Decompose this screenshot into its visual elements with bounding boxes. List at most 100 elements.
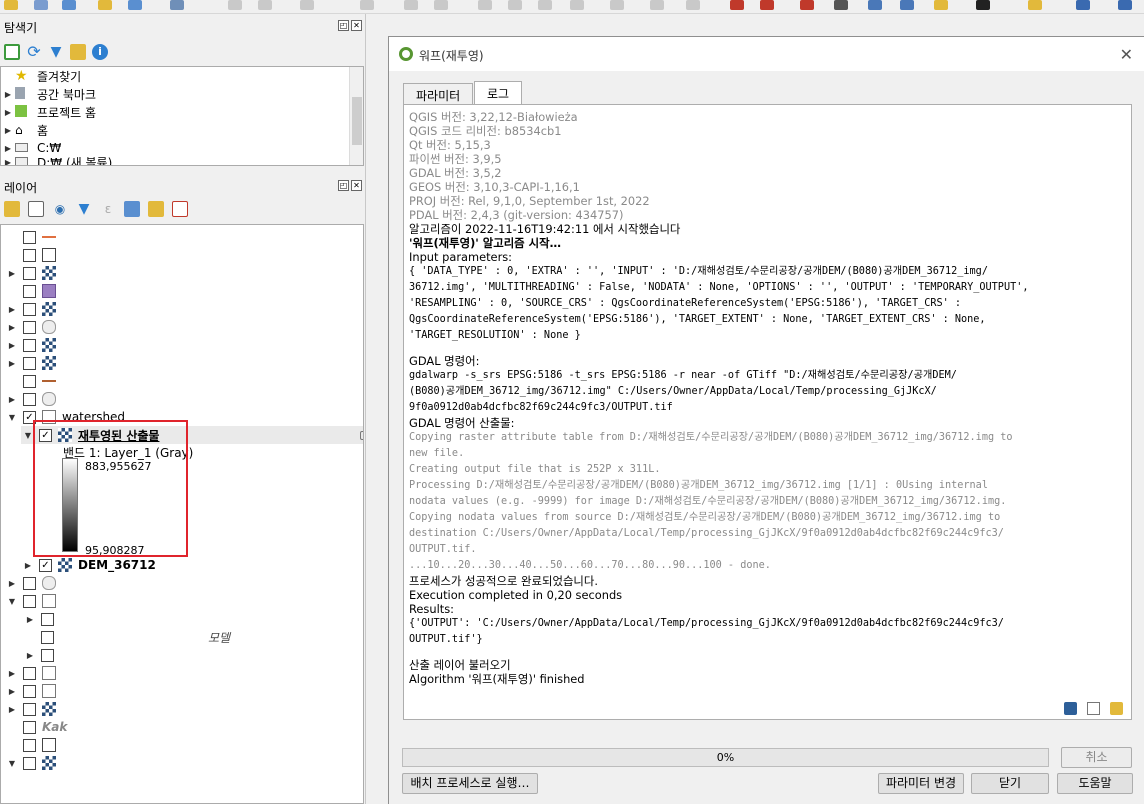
layer-row-model[interactable]: 모델 xyxy=(41,628,363,646)
expand-arrow-icon[interactable]: ▶ xyxy=(5,341,19,350)
expand-arrow-icon[interactable]: ▶ xyxy=(5,269,19,278)
close-icon[interactable]: ✕ xyxy=(1120,45,1133,64)
layer-checkbox[interactable] xyxy=(23,338,36,352)
layer-row[interactable]: ▶ xyxy=(5,390,363,408)
toolbar-icon-14[interactable] xyxy=(508,0,522,10)
layer-checkbox[interactable] xyxy=(23,266,36,280)
expand-arrow-icon[interactable]: ▶ xyxy=(5,395,19,404)
collapse-arrow-icon[interactable]: ▼ xyxy=(5,597,19,606)
add-group-icon[interactable] xyxy=(28,201,44,217)
layer-row[interactable]: ▶ xyxy=(5,264,363,282)
expand-arrow-icon[interactable]: ▶ xyxy=(23,651,37,660)
layer-row[interactable] xyxy=(23,736,363,754)
layer-checkbox[interactable] xyxy=(23,356,36,370)
expand-arrow-icon[interactable]: ▶ xyxy=(1,144,15,153)
toolbar-icon-15[interactable] xyxy=(538,0,552,10)
layer-row[interactable]: Kak xyxy=(23,718,363,736)
layer-row[interactable] xyxy=(23,282,363,300)
toolbar-icon-7[interactable] xyxy=(228,0,242,10)
expand-arrow-icon[interactable]: ▶ xyxy=(5,323,19,332)
expand-arrow-icon[interactable]: ▶ xyxy=(5,579,19,588)
layer-row[interactable]: ▶ xyxy=(5,300,363,318)
toolbar-icon-6[interactable] xyxy=(170,0,184,10)
add-selected-icon[interactable] xyxy=(4,44,20,60)
refresh-icon[interactable]: ⟳ xyxy=(26,44,42,60)
layer-row[interactable] xyxy=(23,228,363,246)
layer-checkbox[interactable]: ✓ xyxy=(39,558,52,572)
filter-legend-icon[interactable]: ▼ xyxy=(76,201,92,217)
toolbar-icon-22[interactable] xyxy=(800,0,814,10)
layer-row[interactable]: ▼ xyxy=(5,754,363,772)
float-panel-icon[interactable]: ◰ xyxy=(338,180,349,191)
browser-item-bookmarks[interactable]: ▶ 공간 북마크 xyxy=(1,85,363,103)
toolbar-icon-27[interactable] xyxy=(976,0,990,10)
toolbar-icon-19[interactable] xyxy=(686,0,700,10)
browser-item-drive-c[interactable]: ▶ C:₩ xyxy=(1,139,363,157)
change-parameters-button[interactable]: 파라미터 변경 xyxy=(878,773,964,794)
layer-checkbox[interactable] xyxy=(23,576,36,590)
toolbar-icon-28[interactable] xyxy=(1028,0,1042,10)
layer-checkbox[interactable] xyxy=(23,756,36,770)
layer-checkbox[interactable] xyxy=(23,702,36,716)
toolbar-icon-21[interactable] xyxy=(760,0,774,10)
layer-checkbox[interactable] xyxy=(23,302,36,316)
toolbar-icon-25[interactable] xyxy=(900,0,914,10)
toolbar-icon-1[interactable] xyxy=(4,0,18,10)
layer-row[interactable] xyxy=(23,246,363,264)
layer-checkbox[interactable] xyxy=(23,374,36,388)
layer-checkbox[interactable] xyxy=(23,320,36,334)
toolbar-icon-24[interactable] xyxy=(868,0,882,10)
toolbar-icon-20[interactable] xyxy=(730,0,744,10)
expand-arrow-icon[interactable]: ▶ xyxy=(5,687,19,696)
expand-arrow-icon[interactable]: ▶ xyxy=(5,669,19,678)
memory-layer-icon[interactable] xyxy=(360,430,363,440)
filter-icon[interactable]: ▼ xyxy=(48,44,64,60)
save-log-icon[interactable] xyxy=(1064,702,1077,715)
toolbar-icon-9[interactable] xyxy=(300,0,314,10)
browser-scrollbar[interactable] xyxy=(349,67,363,165)
toolbar-icon-26[interactable] xyxy=(934,0,948,10)
info-icon[interactable]: i xyxy=(92,44,108,60)
help-button[interactable]: 도움말 xyxy=(1057,773,1133,794)
layer-row[interactable]: ▶ xyxy=(5,700,363,718)
layer-row[interactable]: ▶ xyxy=(5,682,363,700)
expand-arrow-icon[interactable]: ▶ xyxy=(5,359,19,368)
cancel-button[interactable]: 취소 xyxy=(1061,747,1132,768)
layer-row[interactable] xyxy=(23,372,363,390)
layer-row[interactable]: ▶ xyxy=(5,354,363,372)
layer-checkbox[interactable] xyxy=(41,612,54,626)
layer-row[interactable]: ▶ xyxy=(23,646,363,664)
layer-checkbox[interactable] xyxy=(23,248,36,262)
close-button[interactable]: 닫기 xyxy=(971,773,1049,794)
toolbar-icon-18[interactable] xyxy=(650,0,664,10)
toolbar-icon-17[interactable] xyxy=(610,0,624,10)
toolbar-icon-8[interactable] xyxy=(258,0,272,10)
style-icon[interactable] xyxy=(4,201,20,217)
browser-item-project-home[interactable]: ▶ 프로젝트 홈 xyxy=(1,103,363,121)
toolbar-icon-2[interactable] xyxy=(34,0,48,10)
float-panel-icon[interactable]: ◰ xyxy=(338,20,349,31)
layer-checkbox[interactable] xyxy=(23,392,36,406)
layer-checkbox[interactable] xyxy=(23,738,36,752)
batch-process-button[interactable]: 배치 프로세스로 실행… xyxy=(402,773,538,794)
log-textarea[interactable]: QGIS 버전: 3,22,12-Białowieża QGIS 코드 리비전:… xyxy=(403,104,1132,720)
expand-all-icon[interactable] xyxy=(124,201,140,217)
clear-log-icon[interactable] xyxy=(1110,702,1123,715)
collapse-arrow-icon[interactable]: ▼ xyxy=(5,413,19,422)
toolbar-icon-29[interactable] xyxy=(1076,0,1090,10)
layer-row[interactable]: ▶ xyxy=(5,318,363,336)
filter-expression-icon[interactable]: ε xyxy=(100,201,116,217)
layer-checkbox[interactable] xyxy=(23,230,36,244)
tab-log[interactable]: 로그 xyxy=(474,81,523,104)
toolbar-icon-16[interactable] xyxy=(570,0,584,10)
expand-arrow-icon[interactable]: ▶ xyxy=(1,126,15,135)
close-panel-icon[interactable]: ✕ xyxy=(351,20,362,31)
toolbar-icon-5[interactable] xyxy=(128,0,142,10)
remove-layer-icon[interactable] xyxy=(172,201,188,217)
layer-checkbox[interactable] xyxy=(23,594,36,608)
eye-icon[interactable]: ◉ xyxy=(52,201,68,217)
toolbar-icon-12[interactable] xyxy=(434,0,448,10)
expand-arrow-icon[interactable]: ▶ xyxy=(21,561,35,570)
copy-log-icon[interactable] xyxy=(1087,702,1100,715)
layer-row[interactable]: ▶ xyxy=(23,610,363,628)
